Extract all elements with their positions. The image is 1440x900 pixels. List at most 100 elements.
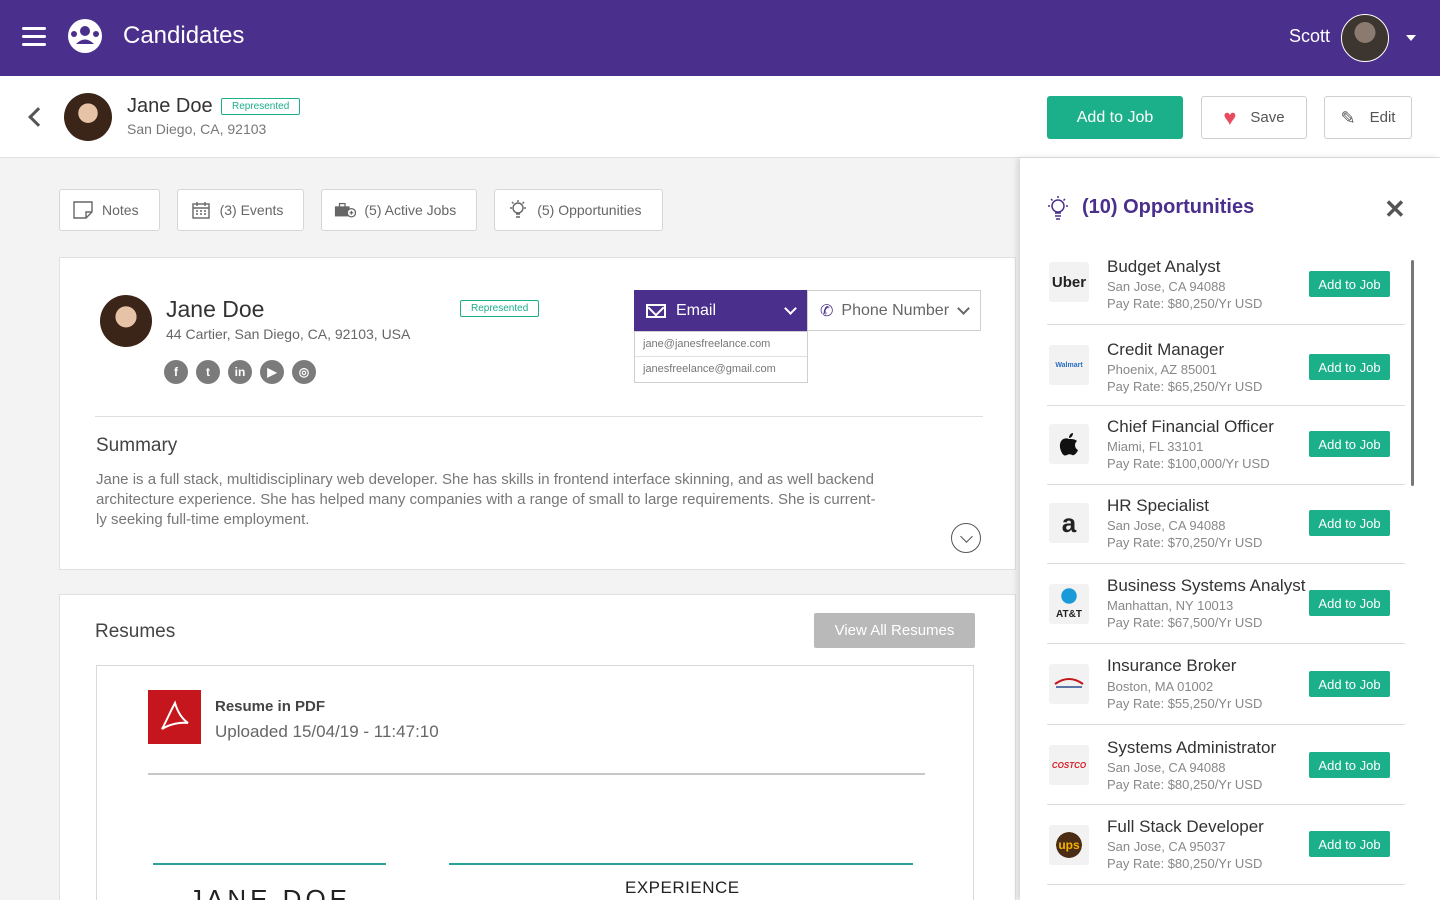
app-title: Candidates [123,22,245,49]
pdf-file-icon[interactable] [148,690,201,744]
opportunity-title[interactable]: Insurance Broker [1107,656,1236,676]
opportunity-rate: Pay Rate: $80,250/Yr USD [1107,856,1263,871]
add-to-job-button[interactable]: Add to Job [1047,96,1183,139]
email-dropdown-label: Email [676,301,717,319]
ups-logo: ups [1049,825,1089,865]
tab-events[interactable]: (3) Events [176,189,305,231]
main-content: Notes (3) Events (5) Active Jobs (5) Opp… [0,158,1020,900]
walmart-logo: Walmart [1049,345,1089,385]
opportunity-title[interactable]: HR Specialist [1107,496,1209,516]
opportunities-title: (10) Opportunities [1082,196,1255,218]
opportunity-location: San Jose, CA 94088 [1107,518,1226,533]
tab-active-jobs-label: (5) Active Jobs [364,202,457,218]
apple-logo [1049,424,1089,464]
opportunity-item: COSTCO Systems Administrator San Jose, C… [1047,725,1405,805]
opportunity-title[interactable]: Budget Analyst [1107,257,1220,277]
opportunity-title[interactable]: Full Stack Developer [1107,817,1264,837]
candidate-name: Jane Doe [127,95,213,117]
opportunity-add-to-job-button[interactable]: Add to Job [1309,831,1390,857]
instagram-icon[interactable]: ◎ [292,360,316,384]
view-all-resumes-button[interactable]: View All Resumes [814,613,975,648]
edit-button[interactable]: ✎ Edit [1324,96,1412,139]
hamburger-menu-icon[interactable] [22,27,46,47]
resumes-heading: Resumes [95,621,176,642]
opportunity-location: Phoenix, AZ 85001 [1107,362,1217,377]
back-arrow-icon[interactable] [26,104,44,130]
opportunity-location: Boston, MA 01002 [1107,679,1214,694]
top-nav-bar: Candidates Scott [0,0,1440,76]
briefcase-icon [334,200,357,220]
opportunity-add-to-job-button[interactable]: Add to Job [1309,671,1390,697]
opportunity-item: ups Full Stack Developer San Jose, CA 95… [1047,805,1405,885]
resume-file-name[interactable]: Resume in PDF [215,698,325,715]
opportunity-location: Miami, FL 33101 [1107,439,1204,454]
opportunity-rate: Pay Rate: $80,250/Yr USD [1107,296,1263,311]
calendar-icon [190,200,212,220]
opportunity-title[interactable]: Chief Financial Officer [1107,417,1274,437]
opportunity-add-to-job-button[interactable]: Add to Job [1309,271,1390,297]
summary-line: architecture experience. She has helped … [96,491,876,508]
profile-tabs: Notes (3) Events (5) Active Jobs (5) Opp… [59,189,663,231]
youtube-icon[interactable]: ▶ [260,360,284,384]
linkedin-icon[interactable]: in [228,360,252,384]
social-links: f t in ▶ ◎ [164,360,316,384]
opportunity-location: San Jose, CA 95037 [1107,839,1226,854]
opportunity-title[interactable]: Business Systems Analyst [1107,576,1305,596]
opportunity-rate: Pay Rate: $55,250/Yr USD [1107,696,1263,711]
opportunity-add-to-job-button[interactable]: Add to Job [1309,510,1390,536]
user-menu-caret-icon[interactable] [1406,35,1416,41]
tab-events-label: (3) Events [219,202,284,218]
represented-badge: Represented [221,98,301,115]
candidate-header: Jane Doe Represented San Diego, CA, 9210… [0,76,1440,158]
panel-scrollbar[interactable] [1411,260,1414,486]
profile-avatar [100,295,152,347]
save-button-label: Save [1250,109,1285,126]
user-name[interactable]: Scott [1289,26,1330,47]
tab-opportunities[interactable]: (5) Opportunities [494,189,663,231]
envelope-icon [646,303,666,318]
opportunity-title[interactable]: Credit Manager [1107,340,1224,360]
opportunity-add-to-job-button[interactable]: Add to Job [1309,590,1390,616]
opportunity-rate: Pay Rate: $100,000/Yr USD [1107,456,1270,471]
profile-address: 44 Cartier, San Diego, CA, 92103, USA [166,326,411,342]
save-button[interactable]: ♥ Save [1201,96,1307,139]
phone-icon: ✆ [820,302,834,320]
user-avatar[interactable] [1341,14,1389,62]
phone-dropdown-label: Phone Number [841,301,950,319]
opportunity-item: Uber Budget Analyst San Jose, CA 94088 P… [1047,248,1405,325]
uber-logo: Uber [1049,262,1089,302]
opportunity-item: Walmart Credit Manager Phoenix, AZ 85001… [1047,325,1405,406]
opportunity-rate: Pay Rate: $80,250/Yr USD [1107,777,1263,792]
lightbulb-icon [1048,196,1068,220]
opportunity-item: AT&T Business Systems Analyst Manhattan,… [1047,564,1405,644]
opportunity-item: a HR Specialist San Jose, CA 94088 Pay R… [1047,485,1405,564]
chevron-down-icon [784,302,797,315]
edit-button-label: Edit [1369,109,1396,126]
opportunity-item: Insurance Broker Boston, MA 01002 Pay Ra… [1047,644,1405,725]
opportunity-title[interactable]: Systems Administrator [1107,738,1276,758]
summary-line: ly seeking full-time employment. [96,511,310,528]
opportunity-rate: Pay Rate: $65,250/Yr USD [1107,379,1263,394]
doc-candidate-name: JANE DOE [189,884,352,900]
doc-rule [153,863,386,865]
resume-divider [148,773,925,775]
doc-rule [449,863,913,865]
email-dropdown[interactable]: Email [634,290,807,331]
opportunity-add-to-job-button[interactable]: Add to Job [1309,354,1390,380]
opportunity-add-to-job-button[interactable]: Add to Job [1309,752,1390,778]
candidate-avatar [64,93,112,141]
close-icon[interactable]: ✕ [1384,196,1406,222]
tab-active-jobs[interactable]: (5) Active Jobs [321,189,478,231]
phone-dropdown[interactable]: ✆ Phone Number [807,290,981,331]
facebook-icon[interactable]: f [164,360,188,384]
chevron-down-icon [957,302,970,315]
twitter-icon[interactable]: t [196,360,220,384]
opportunity-rate: Pay Rate: $70,250/Yr USD [1107,535,1263,550]
email-option[interactable]: janesfreelance@gmail.com [635,357,807,382]
expand-summary-icon[interactable] [951,523,981,553]
opportunity-add-to-job-button[interactable]: Add to Job [1309,431,1390,457]
email-option[interactable]: jane@janesfreelance.com [635,332,807,357]
tab-notes[interactable]: Notes [59,189,160,231]
notes-icon [72,200,94,220]
profile-divider [95,416,983,417]
